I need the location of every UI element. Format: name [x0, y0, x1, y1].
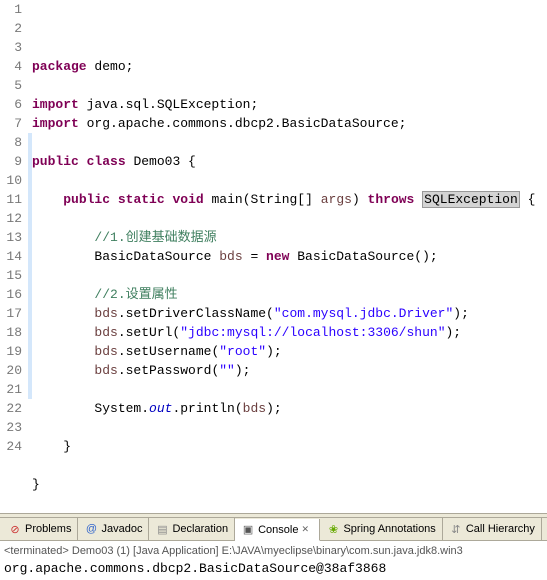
tab-label: Javadoc [101, 523, 142, 535]
code-line[interactable]: System.out.println(bds); [28, 399, 547, 418]
code-area[interactable]: package demo; import java.sql.SQLExceptio… [28, 0, 547, 513]
callhier-icon: ⇵ [449, 522, 463, 536]
line-number: 13 [0, 228, 22, 247]
console-icon: ▣ [241, 523, 255, 537]
line-number: 3 [0, 38, 22, 57]
code-line[interactable] [28, 133, 547, 152]
tab-label: Spring Annotations [343, 523, 435, 535]
line-number: 15 [0, 266, 22, 285]
line-number: 18 [0, 323, 22, 342]
bottom-tabs: ⊘ Problems @ Javadoc ▤ Declaration ▣ Con… [0, 517, 547, 541]
code-line[interactable] [28, 209, 547, 228]
code-line[interactable]: package demo; [28, 57, 547, 76]
code-line[interactable] [28, 266, 547, 285]
close-icon[interactable]: ✕ [301, 524, 313, 536]
code-line[interactable]: //2.设置属性 [28, 285, 547, 304]
line-number: 4 [0, 57, 22, 76]
change-marker [28, 133, 32, 399]
line-number: 24 [0, 437, 22, 456]
code-line[interactable] [28, 380, 547, 399]
line-number: 5 [0, 76, 22, 95]
code-line[interactable]: public static void main(String[] args) t… [28, 190, 547, 209]
line-number: 6 [0, 95, 22, 114]
code-line[interactable]: //1.创建基础数据源 [28, 228, 547, 247]
javadoc-icon: @ [84, 522, 98, 536]
code-line[interactable]: import java.sql.SQLException; [28, 95, 547, 114]
spring-icon: ❀ [326, 522, 340, 536]
code-line[interactable] [28, 418, 547, 437]
code-line[interactable]: } [28, 475, 547, 494]
line-number: 1 [0, 0, 22, 19]
line-gutter: 123456789101112131415161718192021222324 [0, 0, 28, 513]
code-editor[interactable]: 123456789101112131415161718192021222324 … [0, 0, 547, 513]
line-number: 17 [0, 304, 22, 323]
line-number: 21 [0, 380, 22, 399]
line-number: 22 [0, 399, 22, 418]
tab-label: Console [258, 524, 298, 536]
line-number: 14 [0, 247, 22, 266]
code-line[interactable]: import org.apache.commons.dbcp2.BasicDat… [28, 114, 547, 133]
line-number: 19 [0, 342, 22, 361]
code-line[interactable]: bds.setDriverClassName("com.mysql.jdbc.D… [28, 304, 547, 323]
code-line[interactable]: BasicDataSource bds = new BasicDataSourc… [28, 247, 547, 266]
code-line[interactable]: bds.setUrl("jdbc:mysql://localhost:3306/… [28, 323, 547, 342]
code-line[interactable] [28, 76, 547, 95]
console-panel: <terminated> Demo03 (1) [Java Applicatio… [0, 541, 547, 580]
declaration-icon: ▤ [155, 522, 169, 536]
line-number: 10 [0, 171, 22, 190]
line-number: 2 [0, 19, 22, 38]
code-line[interactable] [28, 456, 547, 475]
problems-icon: ⊘ [8, 522, 22, 536]
line-number: 8 [0, 133, 22, 152]
line-number: 11 [0, 190, 22, 209]
line-number: 12 [0, 209, 22, 228]
code-line[interactable]: public class Demo03 { [28, 152, 547, 171]
code-line[interactable] [28, 171, 547, 190]
tab-declaration[interactable]: ▤ Declaration [149, 518, 235, 540]
code-line[interactable]: } [28, 437, 547, 456]
line-number: 16 [0, 285, 22, 304]
code-line[interactable]: bds.setUsername("root"); [28, 342, 547, 361]
code-line[interactable]: bds.setPassword(""); [28, 361, 547, 380]
line-number: 7 [0, 114, 22, 133]
tab-spring[interactable]: ❀ Spring Annotations [320, 518, 442, 540]
tab-console[interactable]: ▣ Console ✕ [235, 519, 320, 541]
tab-label: Call Hierarchy [466, 523, 535, 535]
tab-javadoc[interactable]: @ Javadoc [78, 518, 149, 540]
code-line[interactable] [28, 494, 547, 513]
tab-problems[interactable]: ⊘ Problems [2, 518, 78, 540]
line-number: 20 [0, 361, 22, 380]
console-output: org.apache.commons.dbcp2.BasicDataSource… [4, 559, 543, 578]
console-header: <terminated> Demo03 (1) [Java Applicatio… [4, 543, 543, 559]
tab-label: Declaration [172, 523, 228, 535]
line-number: 23 [0, 418, 22, 437]
tab-label: Problems [25, 523, 71, 535]
line-number: 9 [0, 152, 22, 171]
tab-callhierarchy[interactable]: ⇵ Call Hierarchy [443, 518, 542, 540]
